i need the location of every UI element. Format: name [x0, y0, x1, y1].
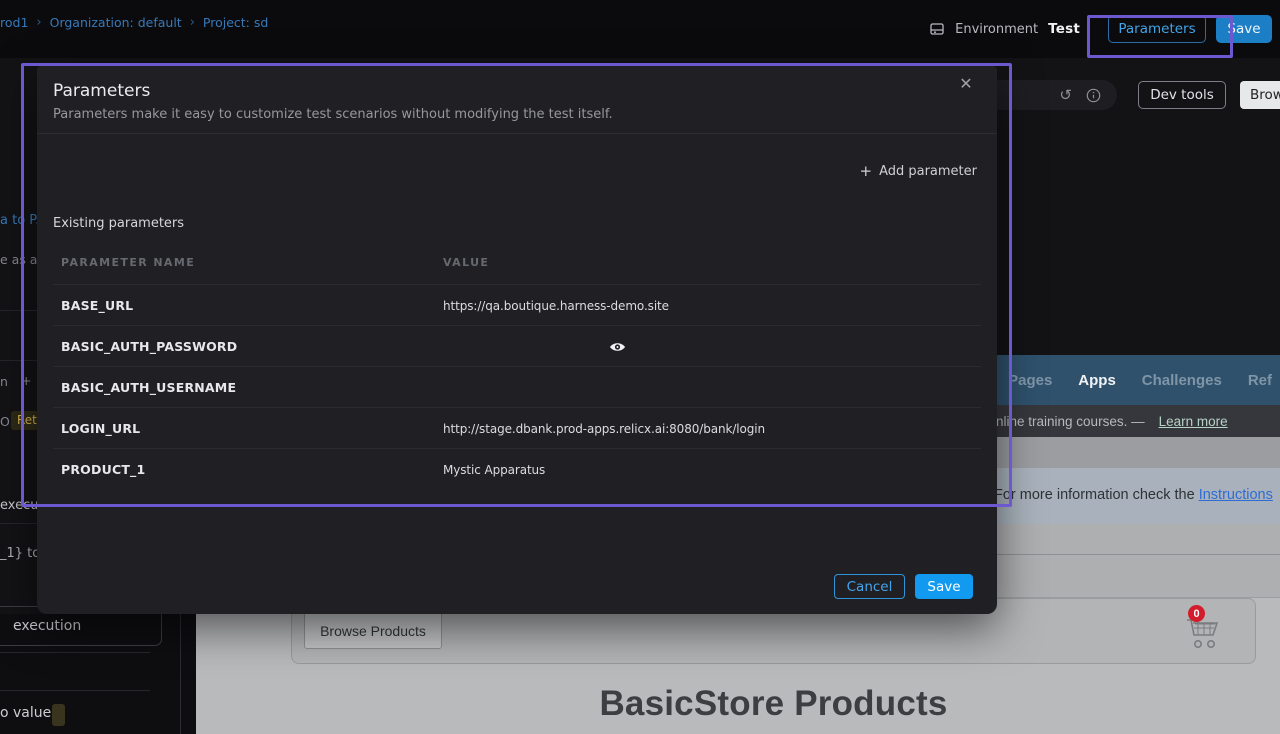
banner-text: nline training courses. — — [996, 414, 1145, 429]
eye-icon[interactable] — [605, 335, 629, 359]
browse-products-button[interactable]: Browse Products — [304, 612, 442, 649]
sidebar-text-fragment: e as a — [0, 252, 37, 267]
breadcrumb-item-organization[interactable]: Organization: default — [50, 15, 182, 30]
info-icon[interactable] — [1086, 88, 1101, 103]
instructions-link[interactable]: Instructions — [1199, 487, 1273, 503]
left-panel: execution o value — [0, 614, 196, 734]
table-row[interactable]: BASIC_AUTH_USERNAME — [53, 367, 981, 408]
breadcrumb-item-project[interactable]: Project: sd — [203, 15, 268, 30]
instructions-text: For more information check the — [994, 487, 1199, 503]
modal-title: Parameters — [53, 81, 150, 101]
plus-icon[interactable]: + — [21, 373, 31, 388]
parameter-value: Mystic Apparatus — [443, 463, 545, 477]
breadcrumb: rod1 › Organization: default › Project: … — [0, 14, 268, 30]
environment-icon — [929, 21, 945, 37]
column-header-value: VALUE — [443, 256, 489, 269]
tab-reference[interactable]: Ref — [1248, 372, 1272, 389]
plus-icon: + — [859, 162, 872, 180]
chevron-right-icon: › — [36, 15, 41, 30]
tab-challenges[interactable]: Challenges — [1142, 372, 1222, 389]
cart-icon[interactable]: 0 — [1185, 615, 1223, 651]
table-row[interactable]: PRODUCT_1 Mystic Apparatus — [53, 449, 981, 490]
column-header-name: PARAMETER NAME — [61, 256, 195, 269]
tab-pages[interactable]: Pages — [1008, 372, 1052, 389]
table-row[interactable]: BASE_URL https://qa.boutique.harness-dem… — [53, 285, 981, 326]
environment-value[interactable]: Test — [1048, 21, 1080, 37]
existing-parameters-label: Existing parameters — [53, 216, 184, 231]
save-button-top[interactable]: Save — [1216, 15, 1272, 43]
parameter-name: BASIC_AUTH_USERNAME — [61, 380, 236, 395]
parameter-name: BASE_URL — [61, 298, 133, 313]
parameter-name: LOGIN_URL — [61, 421, 140, 436]
app-root: Pages Apps Challenges Ref nline training… — [0, 0, 1280, 734]
value-highlight-chip — [52, 704, 65, 726]
tab-apps[interactable]: Apps — [1078, 372, 1116, 389]
add-parameter-label: Add parameter — [879, 164, 977, 179]
table-row[interactable]: LOGIN_URL http://stage.dbank.prod-apps.r… — [53, 408, 981, 449]
store-body: Browse Products 0 BasicStore Products — [196, 598, 1280, 734]
sidebar-divider — [0, 310, 37, 311]
browser-button[interactable]: Brow — [1240, 81, 1280, 109]
parameters-table-header: PARAMETER NAME VALUE — [37, 256, 997, 284]
sidebar-link-fragment[interactable]: a to P. — [0, 213, 39, 228]
dev-tools-button[interactable]: Dev tools — [1138, 81, 1226, 109]
store-heading: BasicStore Products — [291, 684, 1256, 724]
learn-more-link[interactable]: Learn more — [1159, 414, 1228, 429]
value-label-fragment: o value — [0, 705, 51, 721]
cancel-button[interactable]: Cancel — [834, 574, 905, 599]
panel-divider — [0, 652, 150, 653]
cart-badge: 0 — [1188, 605, 1205, 622]
chevron-right-icon: › — [190, 15, 195, 30]
panel-vertical-divider — [180, 614, 181, 734]
environment-label: Environment — [955, 22, 1038, 37]
sidebar-text-fragment: n — [0, 374, 8, 389]
parameters-button[interactable]: Parameters — [1108, 15, 1206, 43]
top-bar: rod1 › Organization: default › Project: … — [0, 0, 1280, 58]
store-tabs: Pages Apps Challenges Ref — [1008, 355, 1272, 405]
parameter-name: PRODUCT_1 — [61, 462, 145, 477]
modal-footer: Cancel Save — [834, 574, 973, 599]
topbar-actions: Environment Test Parameters Save — [929, 0, 1272, 58]
table-row[interactable]: BASIC_AUTH_PASSWORD — [53, 326, 981, 367]
parameter-name: BASIC_AUTH_PASSWORD — [61, 339, 237, 354]
parameters-modal: ✕ Parameters Parameters make it easy to … — [37, 66, 997, 614]
execution-dropdown-label: execution — [3, 618, 81, 634]
panel-divider — [0, 690, 150, 691]
close-icon[interactable]: ✕ — [955, 72, 977, 94]
parameter-value: http://stage.dbank.prod-apps.relicx.ai:8… — [443, 422, 765, 436]
sidebar-divider — [0, 523, 37, 524]
sidebar-divider — [0, 360, 37, 361]
modal-divider — [37, 133, 997, 134]
parameter-value: https://qa.boutique.harness-demo.site — [443, 299, 669, 313]
modal-subtitle: Parameters make it easy to customize tes… — [53, 107, 613, 122]
breadcrumb-item-account[interactable]: rod1 — [0, 15, 28, 30]
history-toolbar: ↺ — [980, 80, 1117, 110]
save-button-modal[interactable]: Save — [915, 574, 973, 599]
add-parameter-button[interactable]: + Add parameter — [859, 162, 977, 180]
undo-icon[interactable]: ↺ — [1059, 88, 1072, 103]
parameters-table: BASE_URL https://qa.boutique.harness-dem… — [53, 285, 981, 490]
sidebar-text-fragment: O — [0, 414, 10, 429]
